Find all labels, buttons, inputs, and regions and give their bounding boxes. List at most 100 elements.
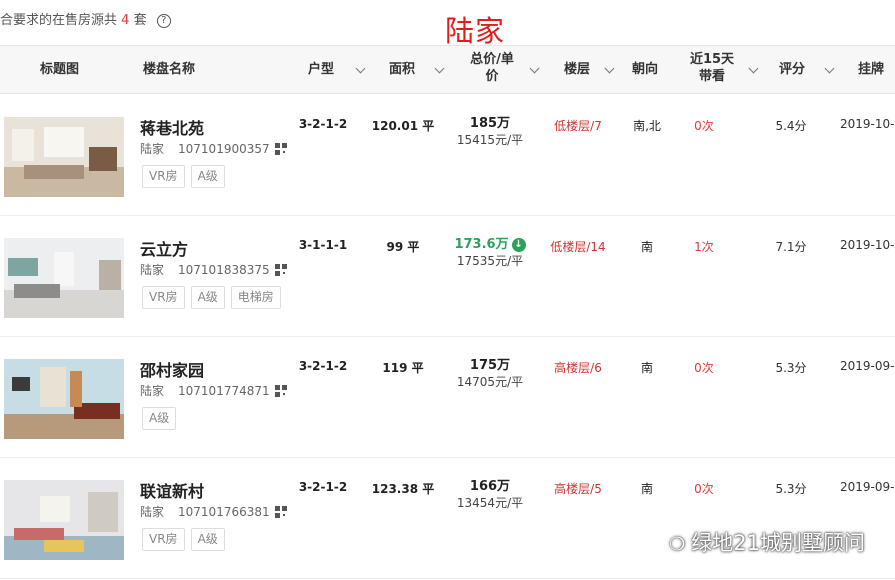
- price-cell: 173.6万 ↓ 17535元/平: [440, 236, 540, 270]
- listing-thumbnail[interactable]: [4, 238, 124, 318]
- listing-tags: VR房 A级: [142, 528, 231, 551]
- total-price: 173.6万 ↓: [440, 236, 540, 253]
- listing-thumbnail[interactable]: [4, 359, 124, 439]
- score-value: 5.3分: [775, 361, 807, 375]
- chevron-down-icon[interactable]: [824, 63, 835, 74]
- listing-district: 陆家: [140, 384, 165, 398]
- price-cell: 166万 13454元/平: [440, 478, 540, 512]
- column-views-line1: 近15天: [689, 52, 735, 67]
- watermark-text: 绿地21城别墅顾问: [691, 531, 865, 555]
- tag-grade: A级: [190, 528, 225, 551]
- listing-name[interactable]: 联谊新村: [140, 478, 204, 502]
- listing-tags: VR房 A级: [142, 165, 231, 188]
- listing-code: 107101766381: [178, 505, 270, 519]
- tag-grade: A级: [190, 165, 225, 188]
- listing-name[interactable]: 蒋巷北苑: [140, 115, 204, 139]
- qr-code-icon[interactable]: [274, 385, 287, 397]
- score-value: 5.3分: [775, 482, 807, 496]
- chevron-down-icon[interactable]: [604, 63, 615, 74]
- listing-district: 陆家: [140, 142, 165, 156]
- column-thumb: 标题图: [40, 62, 80, 77]
- layout-value: 3-2-1-2: [298, 359, 348, 373]
- summary-suffix: 套: [133, 13, 147, 28]
- area-value: 123.38 平: [371, 482, 435, 496]
- qr-code-icon[interactable]: [274, 143, 287, 155]
- table-row[interactable]: 云立方 陆家 107101838375 VR房 A级 电梯房 3-1-1-1 99 平…: [0, 216, 895, 337]
- column-views[interactable]: 近15天 带看: [686, 51, 738, 85]
- floor-value: 高楼层/6: [554, 361, 602, 375]
- listed-date: 2019-10-1: [840, 238, 895, 252]
- column-area[interactable]: 面积: [389, 61, 415, 78]
- layout-value: 3-2-1-2: [298, 117, 348, 131]
- column-floor[interactable]: 楼层: [564, 61, 590, 78]
- column-score[interactable]: 评分: [779, 61, 805, 78]
- listing-summary: 合要求的在售房源共 4 套 ?: [0, 9, 171, 28]
- layout-value: 3-1-1-1: [298, 238, 348, 252]
- total-price: 185万: [469, 116, 511, 131]
- chevron-down-icon[interactable]: [355, 63, 366, 74]
- price-down-icon: ↓: [511, 238, 526, 252]
- listing-meta: 陆家 107101838375: [140, 261, 287, 278]
- listed-date: 2019-09-1: [840, 480, 895, 494]
- listing-count: 4: [121, 13, 130, 28]
- views-value: 0次: [694, 482, 714, 496]
- column-listed[interactable]: 挂牌: [858, 61, 884, 78]
- orientation-value: 南: [640, 482, 653, 496]
- listing-thumbnail[interactable]: [4, 480, 124, 560]
- area-value: 99 平: [386, 240, 420, 254]
- column-name: 楼盘名称: [143, 62, 196, 77]
- total-price-value: 173.6万: [454, 237, 509, 252]
- column-price-line1: 总价/单: [470, 52, 514, 67]
- table-row[interactable]: 蒋巷北苑 陆家 107101900357 VR房 A级 3-2-1-2 120.01…: [0, 95, 895, 216]
- total-price: 166万: [469, 479, 511, 494]
- views-value: 0次: [694, 119, 714, 133]
- unit-price: 13454元/平: [456, 496, 524, 510]
- watermark: ❍ 绿地21城别墅顾问: [669, 527, 865, 557]
- tag-grade: A级: [190, 286, 225, 309]
- table-row[interactable]: 联谊新村 陆家 107101766381 VR房 A级 3-2-1-2 123.38…: [0, 458, 895, 579]
- qr-code-icon[interactable]: [274, 264, 287, 276]
- qr-code-icon[interactable]: [274, 506, 287, 518]
- table-header: 标题图 楼盘名称 户型 面积 总价/单 价 楼层 朝向 近15天 带看 评分 挂…: [0, 45, 895, 94]
- chevron-down-icon[interactable]: [748, 63, 759, 74]
- tag-vr: VR房: [142, 528, 185, 551]
- listing-name[interactable]: 云立方: [140, 236, 188, 260]
- column-views-line2: 带看: [698, 69, 725, 84]
- total-price: 175万: [469, 358, 511, 373]
- views-value: 0次: [694, 361, 714, 375]
- overlay-title: 陆家: [445, 14, 506, 48]
- listing-code: 107101900357: [178, 142, 270, 156]
- chevron-down-icon[interactable]: [529, 63, 540, 74]
- tag-vr: VR房: [142, 286, 185, 309]
- area-value: 119 平: [382, 361, 424, 375]
- table-row[interactable]: 邵村家园 陆家 107101774871 A级 3-2-1-2 119 平 175…: [0, 337, 895, 458]
- listing-meta: 陆家 107101900357: [140, 140, 287, 157]
- floor-value: 高楼层/5: [554, 482, 602, 496]
- listing-meta: 陆家 107101766381: [140, 503, 287, 520]
- listing-tags: A级: [142, 407, 182, 430]
- unit-price: 15415元/平: [456, 133, 524, 147]
- unit-price: 14705元/平: [456, 375, 524, 389]
- price-cell: 175万 14705元/平: [440, 357, 540, 391]
- unit-price: 17535元/平: [456, 254, 524, 268]
- listing-thumbnail[interactable]: [4, 117, 124, 197]
- help-icon[interactable]: ?: [156, 14, 171, 28]
- listed-date: 2019-09-2: [840, 359, 895, 373]
- wechat-icon: ❍: [669, 534, 686, 555]
- orientation-value: 南,北: [633, 119, 661, 133]
- listing-district: 陆家: [140, 263, 165, 277]
- chevron-down-icon[interactable]: [434, 63, 445, 74]
- tag-grade: A级: [142, 407, 177, 430]
- price-cell: 185万 15415元/平: [440, 115, 540, 149]
- score-value: 7.1分: [775, 240, 807, 254]
- listing-name[interactable]: 邵村家园: [140, 357, 204, 381]
- summary-prefix: 合要求的在售房源共: [0, 13, 118, 28]
- column-layout[interactable]: 户型: [308, 61, 334, 78]
- score-value: 5.4分: [775, 119, 807, 133]
- listing-code: 107101838375: [178, 263, 270, 277]
- column-price-line2: 价: [485, 69, 499, 84]
- orientation-value: 南: [640, 240, 653, 254]
- listing-code: 107101774871: [178, 384, 270, 398]
- listing-meta: 陆家 107101774871: [140, 382, 287, 399]
- column-price[interactable]: 总价/单 价: [462, 51, 522, 85]
